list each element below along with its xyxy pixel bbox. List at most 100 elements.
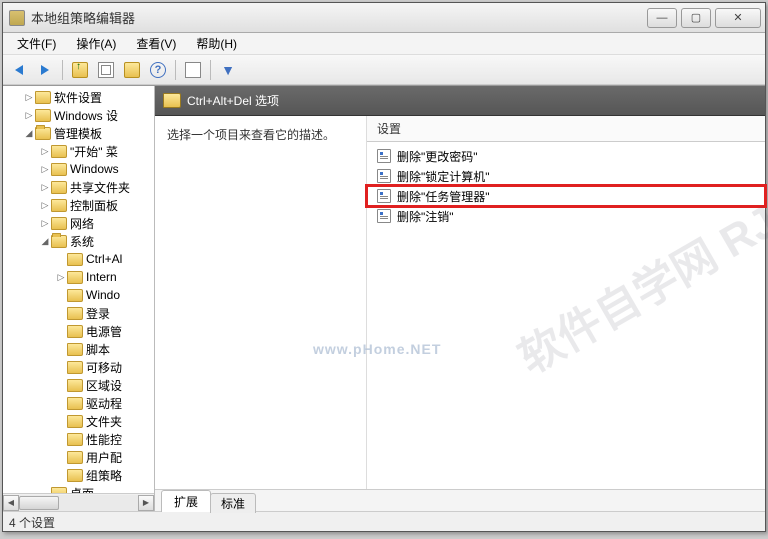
tree-item-label: 软件设置 bbox=[54, 89, 102, 106]
tree-item-label: 系统 bbox=[70, 233, 94, 250]
app-icon bbox=[9, 10, 25, 26]
minimize-button[interactable]: — bbox=[647, 8, 677, 28]
tree-item[interactable]: ▷Windows 设 bbox=[3, 106, 154, 124]
tree-item[interactable]: ▷"开始" 菜 bbox=[3, 142, 154, 160]
tree-item-label: 管理模板 bbox=[54, 125, 102, 142]
tree-item[interactable]: 性能控 bbox=[3, 430, 154, 448]
forward-arrow-icon bbox=[41, 65, 49, 75]
scroll-left-button[interactable]: ◀ bbox=[3, 495, 19, 511]
folder-icon bbox=[67, 433, 83, 446]
description-prompt: 选择一个项目来查看它的描述。 bbox=[167, 126, 354, 143]
tree-toggle-icon[interactable]: ▷ bbox=[39, 218, 51, 229]
tree-item-label: Windo bbox=[86, 288, 120, 302]
tree-toggle-icon[interactable]: ▷ bbox=[39, 182, 51, 193]
maximize-button[interactable]: ▢ bbox=[681, 8, 711, 28]
tree-item[interactable]: ▷ 共享文件夹 bbox=[3, 178, 154, 196]
tree-toggle-icon[interactable]: ▷ bbox=[39, 200, 51, 211]
tree-item-label: 可移动 bbox=[86, 359, 122, 376]
tree-item[interactable]: ▷网络 bbox=[3, 214, 154, 232]
settings-list: 删除"更改密码"删除"锁定计算机" 删除"任务管理器"删除"注销" bbox=[367, 142, 765, 230]
tree-item-label: 登录 bbox=[86, 305, 110, 322]
menu-help[interactable]: 帮助(H) bbox=[186, 33, 247, 54]
setting-item[interactable]: 删除"任务管理器" bbox=[367, 186, 765, 206]
tab-extended[interactable]: 扩展 bbox=[161, 490, 211, 512]
folder-icon bbox=[51, 217, 67, 230]
policy-icon bbox=[377, 169, 391, 183]
tree-item[interactable]: Windo bbox=[3, 286, 154, 304]
tree-item[interactable]: 组策略 bbox=[3, 466, 154, 484]
tree-item[interactable]: 区域设 bbox=[3, 376, 154, 394]
tree-item[interactable]: ▷ 控制面板 bbox=[3, 196, 154, 214]
tree-item[interactable]: 电源管 bbox=[3, 322, 154, 340]
tab-standard[interactable]: 标准 bbox=[210, 493, 256, 513]
tree-item-label: 共享文件夹 bbox=[70, 179, 130, 196]
scroll-right-button[interactable]: ▶ bbox=[138, 495, 154, 511]
folder-icon bbox=[51, 199, 67, 212]
tree-item[interactable]: Ctrl+Al bbox=[3, 250, 154, 268]
tree-item-label: 控制面板 bbox=[70, 197, 118, 214]
forward-button[interactable] bbox=[33, 58, 57, 82]
tree-item[interactable]: 脚本 bbox=[3, 340, 154, 358]
tree-item[interactable]: ▷Windows bbox=[3, 160, 154, 178]
tree-toggle-icon[interactable]: ▷ bbox=[39, 164, 51, 175]
status-text: 4 个设置 bbox=[9, 516, 55, 530]
help-button[interactable]: ? bbox=[146, 58, 170, 82]
setting-item[interactable]: 删除"锁定计算机" bbox=[367, 166, 765, 186]
horizontal-scrollbar[interactable]: ◀ ▶ bbox=[3, 493, 154, 511]
folder-icon bbox=[67, 325, 83, 338]
properties-icon bbox=[185, 62, 201, 78]
content-body: 选择一个项目来查看它的描述。 设置 删除"更改密码"删除"锁定计算机" 删除"任务… bbox=[155, 116, 765, 489]
tree-item[interactable]: ◢ 系统 bbox=[3, 232, 154, 250]
tree-item[interactable]: 可移动 bbox=[3, 358, 154, 376]
filter-button[interactable]: ▼ bbox=[216, 58, 240, 82]
tree-item[interactable]: 桌面 bbox=[3, 484, 154, 493]
back-button[interactable] bbox=[7, 58, 31, 82]
policy-icon bbox=[377, 149, 391, 163]
folder-icon bbox=[163, 93, 181, 108]
setting-item[interactable]: 删除"注销" bbox=[367, 206, 765, 226]
tree-toggle-icon[interactable]: ◢ bbox=[23, 128, 35, 139]
tree-item[interactable]: ▷ 软件设置 bbox=[3, 88, 154, 106]
folder-icon bbox=[67, 379, 83, 392]
tree-item-label: Intern bbox=[86, 270, 117, 284]
properties-button[interactable] bbox=[181, 58, 205, 82]
main-window: 本地组策略编辑器 — ▢ ✕ 文件(F) 操作(A) 查看(V) 帮助(H) ?… bbox=[2, 2, 766, 532]
tree-view[interactable]: ▷软件设置▷Windows 设◢管理模板▷"开始" 菜▷Windows▷共享文件… bbox=[3, 86, 154, 493]
folder-icon bbox=[51, 235, 67, 248]
menu-file[interactable]: 文件(F) bbox=[7, 33, 66, 54]
export-button[interactable] bbox=[120, 58, 144, 82]
scroll-thumb[interactable] bbox=[19, 496, 59, 510]
tree-toggle-icon[interactable]: ▷ bbox=[23, 110, 35, 121]
settings-header[interactable]: 设置 bbox=[367, 116, 765, 142]
tree-pane: ▷软件设置▷Windows 设◢管理模板▷"开始" 菜▷Windows▷共享文件… bbox=[3, 86, 155, 511]
setting-label: 删除"任务管理器" bbox=[397, 188, 490, 205]
tree-toggle-icon[interactable]: ◢ bbox=[39, 236, 51, 247]
separator bbox=[175, 60, 176, 80]
folder-icon bbox=[35, 127, 51, 140]
tree-toggle-icon[interactable]: ▷ bbox=[23, 92, 35, 103]
up-button[interactable] bbox=[68, 58, 92, 82]
close-button[interactable]: ✕ bbox=[715, 8, 761, 28]
tree-item-label: 组策略 bbox=[86, 467, 122, 484]
tree-toggle-icon[interactable]: ▷ bbox=[39, 146, 51, 157]
menu-view[interactable]: 查看(V) bbox=[126, 33, 186, 54]
path-header: Ctrl+Alt+Del 选项 bbox=[155, 86, 765, 116]
tree-item-label: 区域设 bbox=[86, 377, 122, 394]
tree-item[interactable]: 驱动程 bbox=[3, 394, 154, 412]
tree-toggle-icon[interactable]: ▷ bbox=[55, 272, 67, 283]
menu-action[interactable]: 操作(A) bbox=[66, 33, 126, 54]
tree-item[interactable]: 用户配 bbox=[3, 448, 154, 466]
scroll-track[interactable] bbox=[19, 495, 138, 511]
tree-item[interactable]: ◢ 管理模板 bbox=[3, 124, 154, 142]
folder-icon bbox=[67, 415, 83, 428]
tree-item[interactable]: 文件夹 bbox=[3, 412, 154, 430]
setting-item[interactable]: 删除"更改密码" bbox=[367, 146, 765, 166]
tree-item-label: 电源管 bbox=[86, 323, 122, 340]
tree-item[interactable]: ▷ Intern bbox=[3, 268, 154, 286]
show-hide-tree-button[interactable] bbox=[94, 58, 118, 82]
folder-icon bbox=[67, 397, 83, 410]
tree-item-label: 脚本 bbox=[86, 341, 110, 358]
tree-item-label: 驱动程 bbox=[86, 395, 122, 412]
titlebar[interactable]: 本地组策略编辑器 — ▢ ✕ bbox=[3, 3, 765, 33]
tree-item[interactable]: 登录 bbox=[3, 304, 154, 322]
